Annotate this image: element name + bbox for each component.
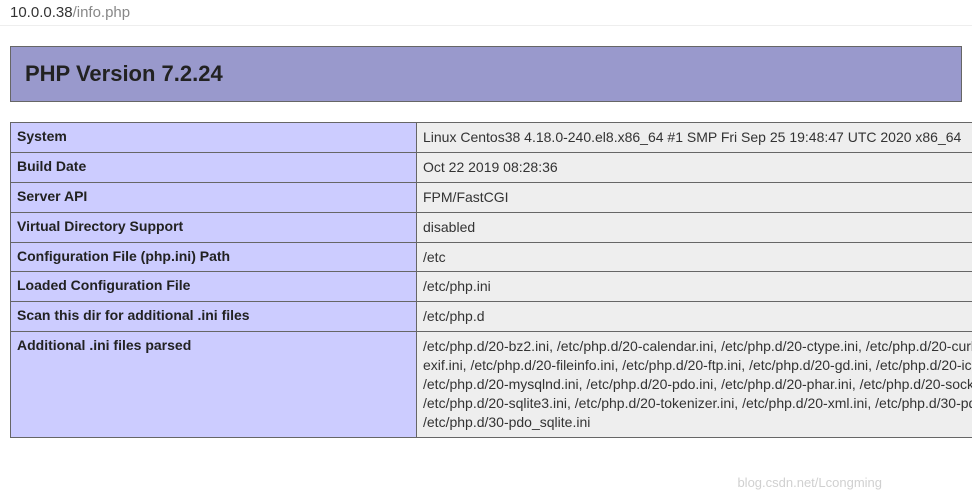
phpinfo-table: SystemLinux Centos38 4.18.0-240.el8.x86_… [10,122,972,438]
config-value: Oct 22 2019 08:28:36 [417,152,972,182]
page-title: PHP Version 7.2.24 [25,61,947,87]
config-key: Build Date [11,152,417,182]
config-value: /etc/php.d [417,302,972,332]
config-key: Virtual Directory Support [11,212,417,242]
config-value: disabled [417,212,972,242]
config-key: Loaded Configuration File [11,272,417,302]
table-row: Scan this dir for additional .ini files/… [11,302,972,332]
config-value: Linux Centos38 4.18.0-240.el8.x86_64 #1 … [417,123,972,153]
config-key: Additional .ini files parsed [11,332,417,437]
url-host: 10.0.0.38 [10,4,73,21]
address-bar[interactable]: 10.0.0.38/info.php [0,0,972,26]
table-row: Server APIFPM/FastCGI [11,182,972,212]
config-key: Scan this dir for additional .ini files [11,302,417,332]
table-row: Loaded Configuration File/etc/php.ini [11,272,972,302]
config-key: Configuration File (php.ini) Path [11,242,417,272]
config-value: /etc/php.d/20-bz2.ini, /etc/php.d/20-cal… [417,332,972,437]
config-value: FPM/FastCGI [417,182,972,212]
config-key: System [11,123,417,153]
table-row: SystemLinux Centos38 4.18.0-240.el8.x86_… [11,123,972,153]
watermark-text: blog.csdn.net/Lcongming [737,475,882,490]
table-row: Virtual Directory Supportdisabled [11,212,972,242]
page-content: PHP Version 7.2.24 SystemLinux Centos38 … [0,26,972,438]
config-key: Server API [11,182,417,212]
url-path: /info.php [73,4,131,21]
table-row: Configuration File (php.ini) Path/etc [11,242,972,272]
config-value: /etc [417,242,972,272]
table-row: Build DateOct 22 2019 08:28:36 [11,152,972,182]
table-row: Additional .ini files parsed/etc/php.d/2… [11,332,972,437]
config-value: /etc/php.ini [417,272,972,302]
php-version-header: PHP Version 7.2.24 [10,46,962,102]
